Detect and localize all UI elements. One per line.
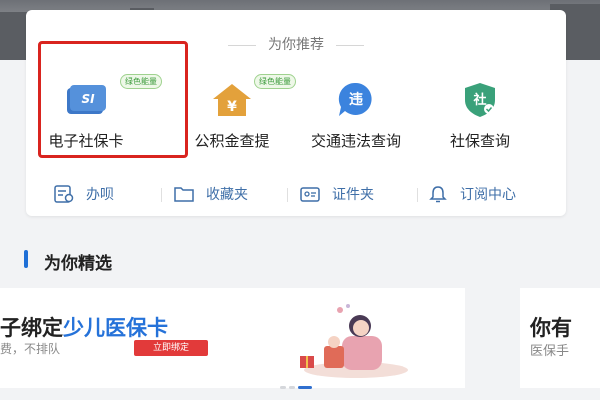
service-label: 公积金查提 (194, 132, 270, 150)
green-energy-badge: 绿色能量 (254, 74, 296, 89)
featured-title: 为你精选 (44, 254, 112, 274)
service-social-security-query[interactable]: 社 社保查询 (420, 72, 540, 162)
traffic-violation-glyph: 违 (349, 91, 363, 108)
action-label: 证件夹 (332, 187, 374, 203)
traffic-violation-icon: 违 (338, 82, 372, 116)
child-medical-card-banner[interactable]: 子绑定少儿医保卡 费，不排队 立即绑定 (0, 288, 465, 388)
service-label: 交通违法查询 (310, 132, 401, 150)
carousel-dot (280, 386, 286, 389)
service-traffic-violation[interactable]: 违 交通违法查询 (296, 72, 416, 162)
mother-child-illustration (300, 304, 408, 378)
section-accent-bar (24, 250, 28, 268)
quick-actions-bar: 办呗 收藏夹 证件夹 订阅中心 (26, 178, 566, 208)
action-subscription-center[interactable]: 订阅中心 (428, 182, 516, 206)
divider (417, 188, 418, 202)
housing-fund-icon: ¥ (213, 84, 251, 116)
id-card-icon (300, 187, 320, 202)
service-housing-fund[interactable]: ¥ 绿色能量 公积金查提 (172, 72, 296, 162)
svg-text:¥: ¥ (227, 99, 237, 115)
action-label: 办呗 (86, 187, 114, 203)
social-security-query-icon: 社 (465, 83, 495, 117)
bind-now-button[interactable]: 立即绑定 (134, 340, 208, 356)
bell-icon (429, 186, 447, 203)
featured-section-header: 为你精选 (0, 238, 600, 288)
banner-title: 子绑定少儿医保卡 (0, 312, 168, 342)
recommendation-title: 为你推荐 (268, 37, 324, 53)
banner-title-prefix: 子绑定 (0, 316, 63, 340)
highlight-box (38, 41, 188, 158)
social-security-glyph: 社 (472, 92, 486, 108)
action-favorites[interactable]: 收藏夹 (174, 182, 248, 206)
action-label: 订阅中心 (460, 187, 516, 203)
service-list-icon (54, 185, 74, 203)
banner-subtitle: 费，不排队 (0, 342, 61, 356)
next-banner-subtitle: 医保手 (530, 344, 570, 359)
carousel-dot-active (298, 386, 312, 389)
carousel-indicator (280, 386, 315, 389)
action-banbei[interactable]: 办呗 (54, 182, 114, 206)
folder-icon (174, 187, 194, 202)
divider (161, 188, 162, 202)
banner-title-highlight: 少儿医保卡 (63, 316, 168, 340)
next-banner-preview[interactable]: 你有 医保手 (520, 288, 600, 388)
next-banner-title: 你有 (530, 316, 572, 340)
action-certificates[interactable]: 证件夹 (300, 182, 374, 206)
carousel-dot (289, 386, 295, 389)
service-label: 社保查询 (449, 132, 510, 150)
action-label: 收藏夹 (206, 187, 248, 203)
divider (287, 188, 288, 202)
